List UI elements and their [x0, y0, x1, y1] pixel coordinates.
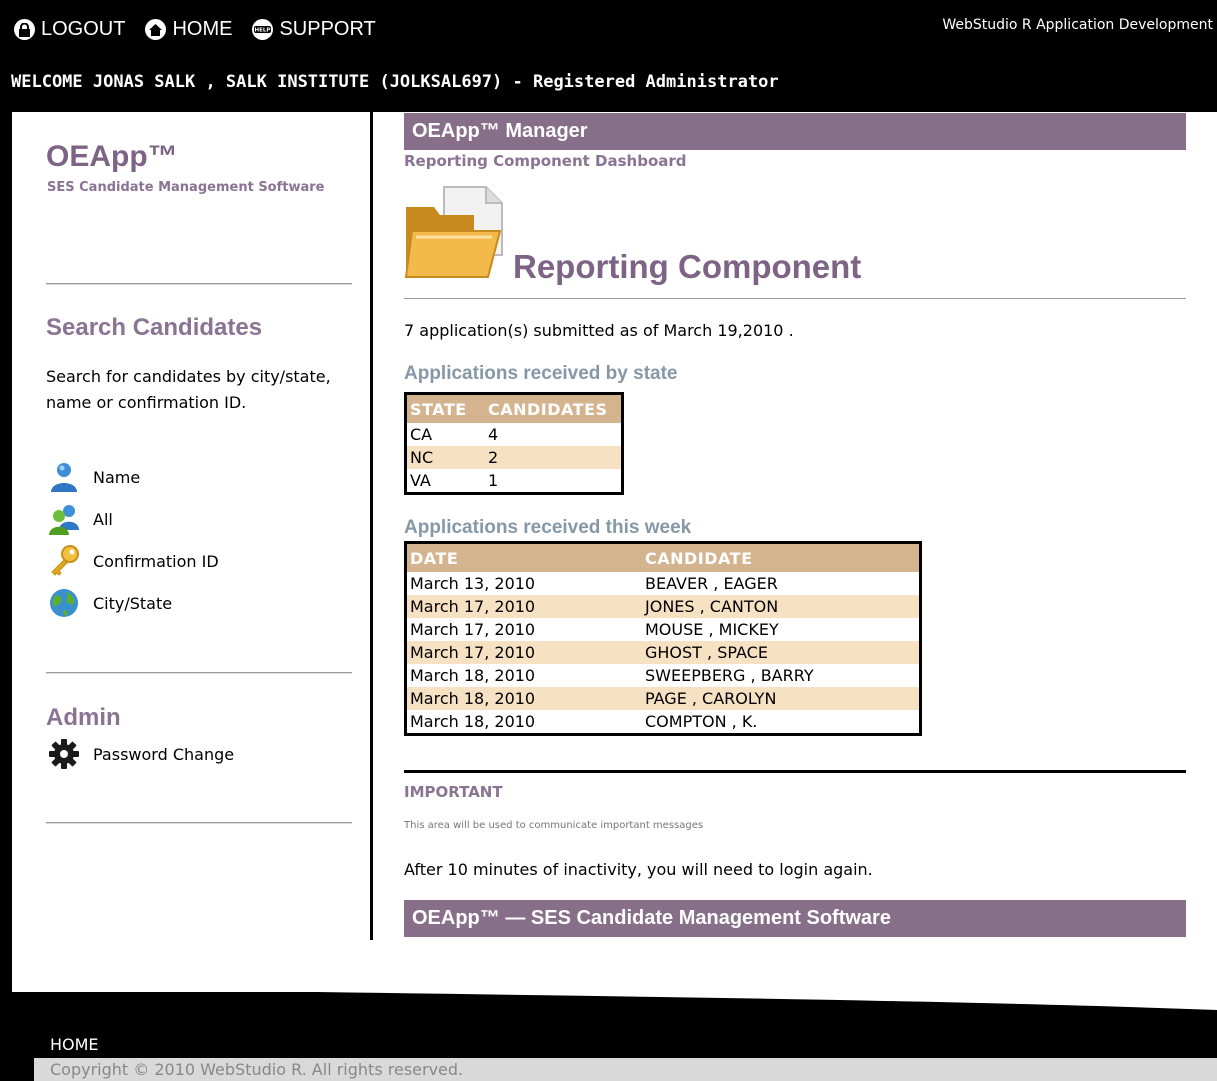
user-icon: [46, 459, 82, 495]
gear-icon: [46, 736, 82, 772]
table-row: March 17, 2010 JONES , CANTON: [405, 595, 921, 618]
title-divider: [404, 298, 1186, 299]
search-confirmation-id-label: Confirmation ID: [93, 551, 219, 571]
logout-label: LOGOUT: [41, 18, 126, 40]
help-icon: HELP: [252, 19, 274, 40]
search-description: Search for candidates by city/state, nam…: [46, 367, 331, 412]
important-message: This area will be used to communicate im…: [404, 820, 704, 831]
page-title: Reporting Component: [513, 248, 862, 285]
table-row: March 18, 2010 SWEEPBERG , BARRY: [406, 664, 921, 687]
table-cell: JONES , CANTON: [642, 595, 921, 618]
admin-heading: Admin: [46, 704, 121, 731]
table-cell: March 17, 2010: [405, 595, 642, 618]
support-label: SUPPORT: [279, 18, 376, 40]
table-row: March 13, 2010 BEAVER , EAGER: [406, 572, 921, 595]
table-cell: GHOST , SPACE: [642, 641, 921, 664]
home-icon: [145, 19, 167, 40]
sidebar: OEApp™ SES Candidate Management Software…: [12, 112, 373, 940]
table-cell: 4: [488, 425, 499, 444]
svg-text:HELP: HELP: [255, 28, 271, 34]
sidebar-divider: [46, 672, 352, 674]
important-divider: [404, 770, 1186, 773]
search-city-state-link[interactable]: City/State: [46, 585, 172, 621]
search-confirmation-id-link[interactable]: Confirmation ID: [46, 543, 219, 579]
column-header: STATE: [405, 393, 485, 423]
table-cell: MOUSE , MICKEY: [645, 620, 779, 639]
app-subtitle: SES Candidate Management Software: [47, 180, 325, 195]
table-cell: March 17, 2010: [405, 641, 642, 664]
important-label: IMPORTANT: [404, 783, 503, 801]
search-all-label: All: [93, 509, 113, 529]
footer-home-link[interactable]: HOME: [50, 1035, 99, 1054]
manager-bar: OEApp™ Manager: [404, 113, 1186, 150]
page-bottom-curve: [12, 960, 1217, 1010]
submission-summary: 7 application(s) submitted as of March 1…: [404, 321, 794, 340]
folder-icon: [404, 186, 503, 278]
table-row: March 17, 2010 GHOST , SPACE: [405, 641, 921, 664]
column-header: CANDIDATE: [642, 542, 921, 572]
table-cell: March 13, 2010: [410, 574, 536, 593]
logout-link[interactable]: LOGOUT: [14, 18, 125, 41]
table-header-row: DATE CANDIDATE: [405, 542, 921, 572]
lock-icon: [14, 19, 35, 40]
table-cell: March 18, 2010: [405, 687, 642, 710]
table-cell: NC: [405, 446, 485, 469]
by-state-heading: Applications received by state: [404, 363, 678, 384]
home-label: HOME: [172, 18, 233, 40]
sidebar-divider: [46, 283, 352, 285]
password-change-link[interactable]: Password Change: [46, 736, 234, 772]
users-icon: [46, 501, 82, 537]
top-nav: LOGOUT HOME HELP SUPPORT: [14, 18, 396, 41]
table-cell: COMPTON , K.: [645, 712, 758, 731]
table-cell: BEAVER , EAGER: [645, 574, 778, 593]
table-cell: CA: [410, 425, 433, 444]
table-cell: PAGE , CAROLYN: [642, 687, 921, 710]
table-cell: March 18, 2010: [410, 666, 536, 685]
table-row: CA 4: [406, 423, 623, 446]
key-icon: [46, 543, 82, 579]
search-by-name-label: Name: [93, 467, 141, 487]
sidebar-divider: [46, 822, 352, 824]
by-state-table: STATE CANDIDATES CA 4 NC 2 VA 1: [404, 392, 624, 495]
table-row: March 18, 2010 PAGE , CAROLYN: [405, 687, 921, 710]
table-row: March 18, 2010 COMPTON , K.: [406, 710, 921, 735]
search-by-name-link[interactable]: Name: [46, 459, 140, 495]
table-header-row: STATE CANDIDATES: [405, 393, 623, 423]
search-city-state-label: City/State: [93, 593, 173, 613]
copyright-text: Copyright © 2010 WebStudio R. All rights…: [34, 1058, 1217, 1081]
dashboard-link[interactable]: Reporting Component Dashboard: [404, 152, 687, 170]
table-row: VA 1: [406, 469, 623, 494]
table-cell: March 17, 2010: [410, 620, 536, 639]
table-cell: 2: [485, 446, 623, 469]
app-title: OEApp™: [46, 140, 178, 173]
table-cell: SWEEPBERG , BARRY: [645, 666, 814, 685]
globe-icon: [46, 585, 82, 621]
brand-text: WebStudio R Application Development: [942, 17, 1213, 33]
home-link[interactable]: HOME: [145, 18, 232, 41]
support-link[interactable]: HELP SUPPORT: [252, 18, 376, 41]
table-cell: VA: [410, 471, 431, 490]
inactivity-notice: After 10 minutes of inactivity, you will…: [404, 860, 873, 879]
search-all-link[interactable]: All: [46, 501, 113, 537]
table-cell: 1: [488, 471, 499, 490]
this-week-heading: Applications received this week: [404, 517, 692, 538]
main-content: OEApp™ Manager Reporting Component Dashb…: [404, 113, 1186, 943]
table-row: March 17, 2010 MOUSE , MICKEY: [406, 618, 921, 641]
this-week-table: DATE CANDIDATE March 13, 2010 BEAVER , EA…: [404, 541, 922, 736]
search-candidates-heading: Search Candidates: [46, 314, 263, 341]
welcome-message: WELCOME JONAS SALK , SALK INSTITUTE (JOL…: [11, 72, 779, 92]
column-header: DATE: [405, 542, 642, 572]
top-bar: LOGOUT HOME HELP SUPPORT WebStudio R App…: [0, 0, 1217, 112]
password-change-label: Password Change: [93, 744, 235, 764]
footer-bar: OEApp™ — SES Candidate Management Softwa…: [404, 900, 1186, 937]
column-header: CANDIDATES: [485, 393, 623, 423]
table-row: NC 2: [405, 446, 623, 469]
table-cell: March 18, 2010: [410, 712, 536, 731]
